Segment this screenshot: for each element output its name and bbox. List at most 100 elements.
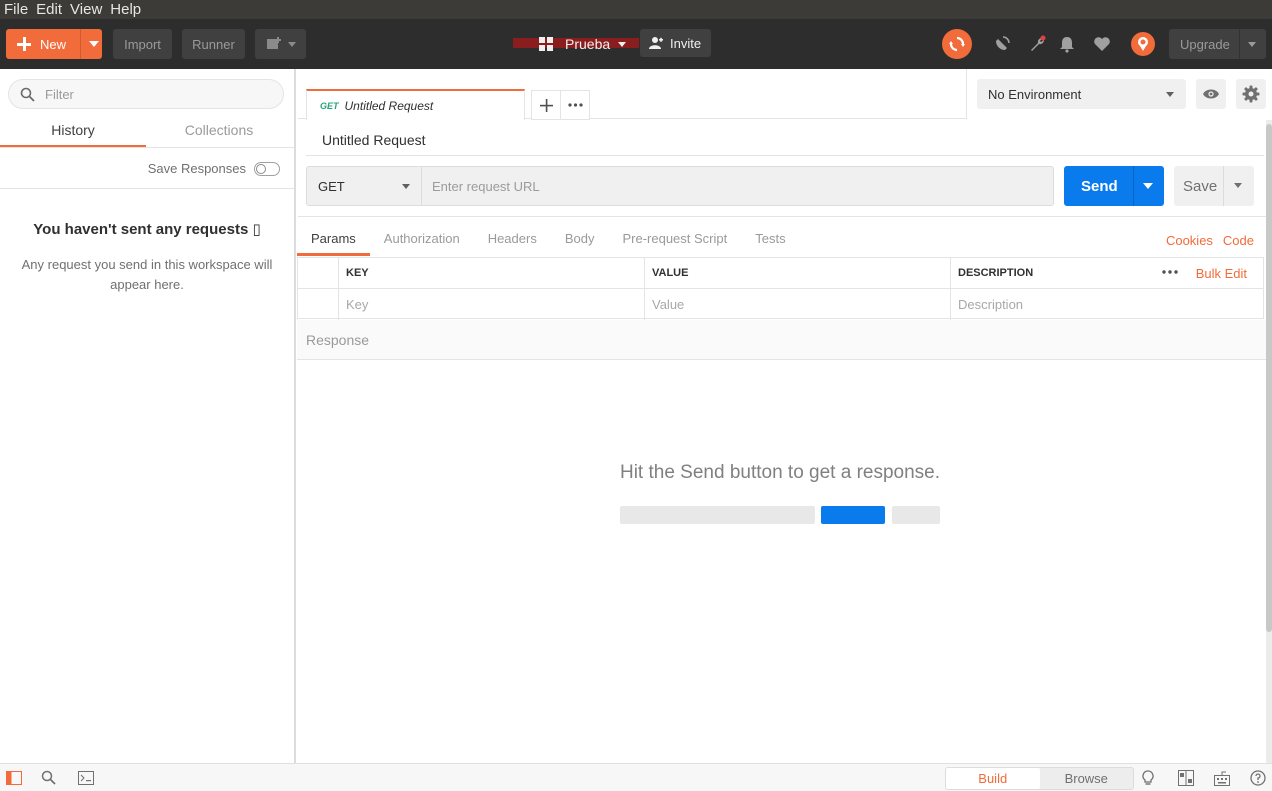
keyboard-shortcuts-icon[interactable]: [1214, 770, 1230, 786]
description-input[interactable]: Description: [951, 289, 1263, 320]
method-select[interactable]: GET: [306, 166, 422, 206]
table-row: Key Value Description: [298, 289, 1263, 320]
tab-pre-request-script[interactable]: Pre-request Script: [608, 226, 741, 256]
tab-collections[interactable]: Collections: [146, 117, 292, 148]
send-dropdown-chevron-icon[interactable]: [1143, 183, 1153, 189]
upgrade-button[interactable]: Upgrade: [1169, 29, 1266, 59]
params-table: KEY VALUE DESCRIPTION Bulk Edit Key Valu…: [297, 257, 1264, 320]
tab-history[interactable]: History: [0, 117, 146, 148]
value-input[interactable]: Value: [645, 289, 951, 320]
tab-params[interactable]: Params: [297, 226, 370, 256]
help-icon[interactable]: [1250, 770, 1266, 786]
add-tab-button[interactable]: [531, 90, 561, 120]
description-placeholder: Description: [958, 297, 1024, 312]
satellite-icon[interactable]: [992, 34, 1012, 54]
plus-icon: [539, 98, 553, 112]
column-header-label: DESCRIPTION: [958, 267, 1034, 279]
environment-select[interactable]: No Environment: [977, 79, 1186, 109]
more-horizontal-icon: [567, 103, 583, 107]
import-button-label: Import: [124, 36, 161, 52]
two-pane-view-icon[interactable]: [1178, 770, 1194, 786]
menu-file[interactable]: File: [0, 0, 32, 19]
divider: [1223, 166, 1224, 206]
new-button-label: New: [40, 36, 67, 52]
request-tab-method: GET: [320, 100, 339, 111]
save-responses-toggle[interactable]: [254, 161, 280, 176]
scrollbar[interactable]: [1266, 120, 1272, 763]
divider: [0, 147, 294, 148]
wrench-icon[interactable]: [1027, 34, 1047, 54]
build-mode-button[interactable]: Build: [946, 768, 1040, 789]
chevron-down-icon: [1166, 92, 1174, 97]
new-button[interactable]: New: [6, 29, 102, 59]
request-name[interactable]: Untitled Request: [322, 132, 426, 148]
sync-icon: [949, 36, 965, 52]
divider: [298, 216, 1266, 217]
workspace-name: Prueba: [565, 36, 611, 52]
empty-history-subtitle: Any request you send in this workspace w…: [21, 257, 273, 292]
url-input[interactable]: [432, 178, 1032, 194]
filter-field[interactable]: [8, 79, 284, 109]
key-input[interactable]: Key: [339, 289, 645, 320]
find-replace-icon[interactable]: [41, 770, 57, 786]
column-header-value: VALUE: [645, 258, 951, 288]
checkbox-column: [298, 258, 339, 288]
menu-help[interactable]: Help: [106, 0, 145, 19]
filter-input[interactable]: [45, 86, 265, 102]
tab-authorization[interactable]: Authorization: [370, 226, 474, 256]
bell-icon[interactable]: [1057, 34, 1077, 54]
request-tab[interactable]: GET Untitled Request: [306, 89, 525, 120]
invite-button[interactable]: Invite: [640, 29, 711, 57]
row-checkbox-cell: [298, 289, 339, 320]
gear-icon: [1242, 85, 1260, 103]
value-placeholder: Value: [652, 297, 685, 312]
scrollbar-thumb[interactable]: [1266, 124, 1272, 632]
tab-options-button[interactable]: [560, 90, 590, 120]
placeholder-send-bar: [821, 506, 885, 524]
environment-quick-look-button[interactable]: [1196, 79, 1226, 109]
browse-mode-button[interactable]: Browse: [1040, 768, 1134, 789]
heart-icon[interactable]: [1092, 34, 1112, 54]
tab-body[interactable]: Body: [551, 226, 609, 256]
build-browse-toggle: Build Browse: [945, 767, 1134, 790]
tab-headers[interactable]: Headers: [474, 226, 551, 256]
import-button[interactable]: Import: [113, 29, 172, 59]
url-field[interactable]: [422, 166, 1054, 206]
placeholder-bar: [620, 506, 815, 524]
key-placeholder: Key: [346, 297, 369, 312]
send-button-label: Send: [1081, 177, 1118, 195]
send-button[interactable]: Send: [1064, 166, 1164, 206]
new-window-icon: [266, 37, 281, 49]
manage-environments-button[interactable]: [1236, 79, 1266, 109]
menu-bar: File Edit View Help: [0, 0, 1272, 19]
chevron-down-icon: [618, 41, 627, 47]
divider: [1239, 29, 1240, 59]
more-horizontal-icon[interactable]: [1161, 263, 1179, 281]
status-bar: Build Browse: [0, 763, 1272, 791]
divider: [80, 29, 81, 59]
tab-tests[interactable]: Tests: [741, 226, 799, 256]
runner-button[interactable]: Runner: [182, 29, 245, 59]
upgrade-dropdown-chevron-icon[interactable]: [1248, 42, 1256, 47]
cookies-link[interactable]: Cookies: [1166, 233, 1213, 248]
new-window-button[interactable]: [255, 29, 306, 59]
console-icon[interactable]: [78, 770, 94, 786]
save-responses-toggle-row: Save Responses: [148, 161, 280, 176]
new-dropdown-chevron-icon[interactable]: [89, 41, 99, 47]
environment-selected: No Environment: [988, 86, 1082, 102]
divider: [306, 155, 1264, 156]
sidebar-toggle-icon[interactable]: [6, 770, 22, 786]
menu-edit[interactable]: Edit: [32, 0, 66, 19]
lightbulb-icon[interactable]: [1140, 770, 1156, 786]
sync-button[interactable]: [942, 29, 972, 59]
save-dropdown-chevron-icon[interactable]: [1234, 183, 1242, 188]
save-button[interactable]: Save: [1174, 166, 1254, 206]
save-button-label: Save: [1183, 177, 1218, 195]
bulk-edit-link[interactable]: Bulk Edit: [1196, 266, 1247, 281]
workspace-selector[interactable]: Prueba: [513, 29, 639, 59]
sidebar: History Collections Save Responses You h…: [0, 69, 296, 763]
avatar[interactable]: [1131, 32, 1155, 56]
runner-button-label: Runner: [192, 36, 235, 52]
code-link[interactable]: Code: [1223, 233, 1254, 248]
menu-view[interactable]: View: [66, 0, 106, 19]
